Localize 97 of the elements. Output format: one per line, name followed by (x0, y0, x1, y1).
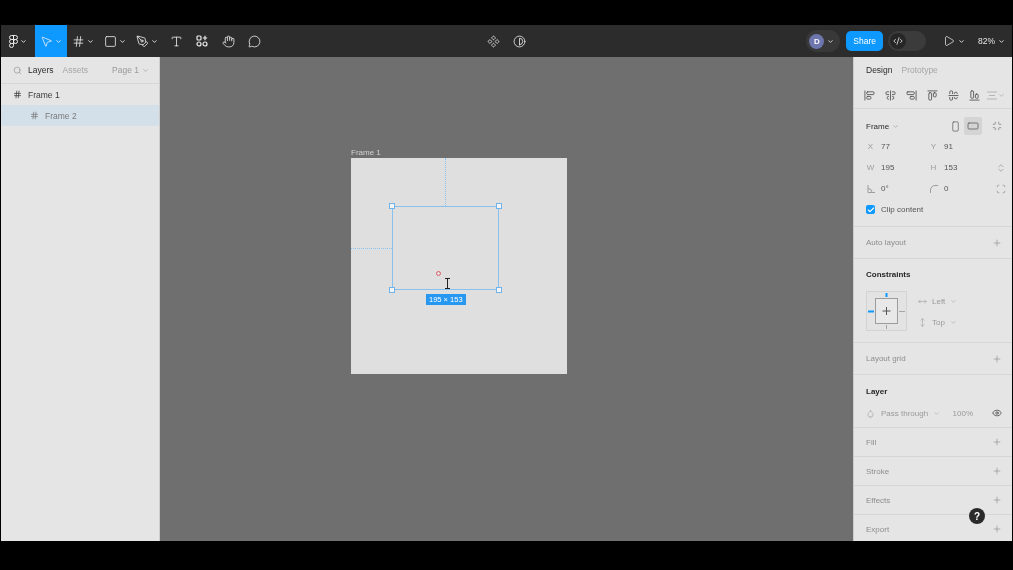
section-title: Fill (866, 437, 877, 447)
section-title: Stroke (866, 466, 890, 476)
section-title: Constraints (866, 269, 911, 279)
resize-handle[interactable] (389, 203, 395, 209)
constraint-pin[interactable] (868, 310, 874, 313)
caret-icon (892, 122, 900, 130)
plus-icon (992, 524, 1002, 534)
plus-icon (992, 353, 1002, 364)
number-field[interactable]: 0 (944, 184, 974, 193)
number-field[interactable]: 195 (881, 163, 911, 172)
caret-icon (933, 409, 941, 417)
contrast-icon (513, 34, 526, 48)
lines-icon (986, 91, 997, 100)
help-button[interactable]: ? (969, 508, 985, 524)
portrait-icon (949, 120, 961, 132)
user-avatar: D (809, 33, 825, 49)
corner-radius-icon (929, 184, 938, 193)
dev-mode-toggle[interactable] (888, 31, 926, 51)
landscape-icon (967, 120, 979, 132)
layer-name: Frame 1 (28, 89, 60, 100)
resize-handle[interactable] (496, 203, 502, 209)
landscape-button[interactable] (964, 117, 982, 135)
caret-icon (151, 37, 158, 45)
plus-icon (992, 495, 1002, 505)
hand-icon (221, 34, 235, 48)
plus-icon (992, 237, 1002, 248)
guide-line (445, 158, 446, 206)
corner-brackets-icon (996, 183, 1006, 194)
play-icon (943, 35, 955, 47)
caret-icon (119, 37, 126, 45)
caret-icon (950, 297, 958, 305)
checkbox-label: Clip content (881, 205, 924, 214)
layer-name: Frame 2 (45, 110, 77, 121)
inward-corners-icon (992, 121, 1002, 131)
chevrons-icon (996, 162, 1006, 173)
text-icon (169, 34, 183, 48)
number-field[interactable]: 0° (881, 184, 911, 193)
angle-icon (866, 184, 875, 193)
field-label: X (866, 142, 875, 151)
logo-icon (9, 34, 18, 48)
zoom-menu-button[interactable]: 82% (976, 29, 1007, 53)
resize-handle[interactable] (496, 287, 502, 293)
caret-icon (827, 37, 835, 45)
field-label: Y (929, 142, 938, 151)
caret-icon (997, 92, 1005, 99)
frame-label: Frame 1 (351, 148, 381, 158)
field-label: W (866, 163, 875, 172)
section-title: Effects (866, 495, 891, 505)
section-title: Auto layout (866, 238, 907, 247)
align-middle-icon (948, 90, 959, 101)
caret-icon (20, 37, 27, 45)
shapes-plus-icon (196, 35, 208, 47)
user-menu-button[interactable]: D (806, 30, 841, 52)
constraint-pin[interactable] (885, 293, 888, 297)
section-title: Layer (866, 386, 888, 396)
search-icon (13, 65, 22, 75)
plus-icon (992, 466, 1002, 476)
text-cursor-icon (445, 278, 450, 289)
frame-type-dropdown[interactable]: Frame (866, 121, 900, 131)
droplet-icon (866, 408, 875, 418)
eye-icon (992, 408, 1002, 418)
section-title: Export (866, 524, 890, 534)
code-icon (890, 33, 906, 49)
square-icon (104, 34, 117, 48)
comment-icon (247, 34, 261, 48)
field-label: H (929, 163, 938, 172)
section-title: Layout grid (866, 354, 906, 363)
pointer-icon (40, 34, 53, 48)
caret-icon (998, 37, 1005, 45)
number-field[interactable]: 77 (881, 142, 911, 151)
align-center-icon (885, 90, 896, 101)
checkbox[interactable] (866, 205, 875, 214)
hash-icon (72, 34, 85, 48)
frame-icon (13, 90, 22, 99)
horizontal-arrows-icon (918, 296, 927, 306)
frame-icon (30, 111, 39, 120)
caret-icon (142, 66, 149, 74)
caret-icon (87, 37, 94, 45)
align-left-icon (864, 90, 875, 101)
caret-icon (949, 318, 957, 326)
layer-row[interactable]: Frame 1 (1, 84, 159, 105)
align-right-icon (906, 90, 917, 101)
align-top-icon (927, 90, 938, 101)
guide-line (351, 248, 392, 249)
resize-handle[interactable] (389, 287, 395, 293)
panel-tab[interactable]: Layers (28, 63, 54, 77)
number-field[interactable]: 91 (944, 142, 974, 151)
caret-icon (55, 37, 62, 45)
pen-icon (136, 34, 149, 48)
layer-row[interactable]: Frame 2 (1, 105, 159, 126)
plus-icon (992, 437, 1002, 447)
component-icon (487, 34, 500, 48)
caret-icon (958, 37, 965, 45)
vertical-arrows-icon (918, 317, 927, 327)
number-field[interactable]: 153 (944, 163, 974, 172)
panel-tab[interactable]: Design (866, 63, 893, 77)
align-bottom-icon (969, 90, 980, 101)
